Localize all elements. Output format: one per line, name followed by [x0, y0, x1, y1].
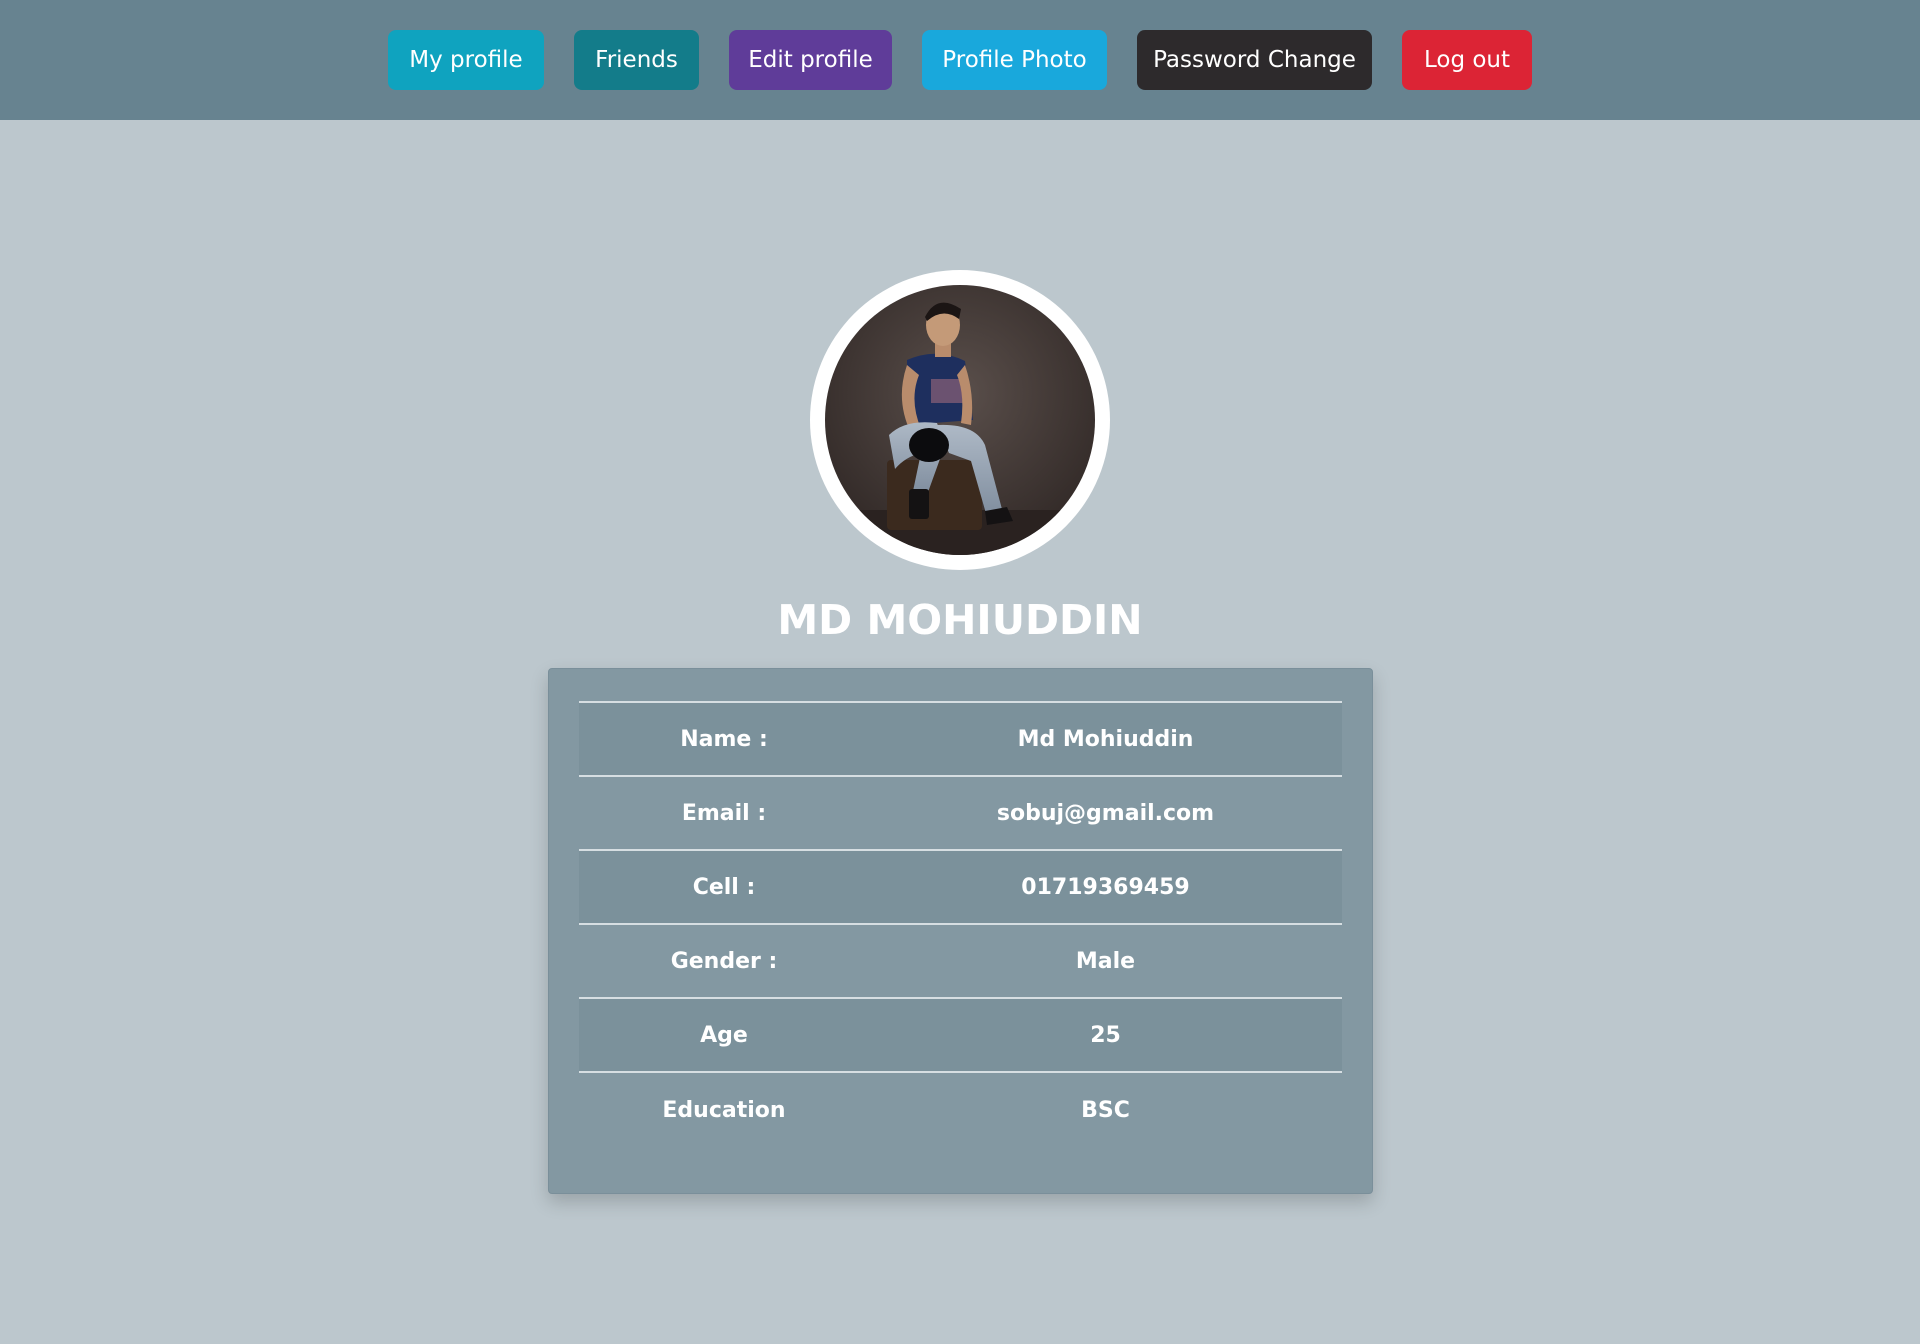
field-label: Gender : — [579, 923, 869, 998]
field-label: Email : — [579, 775, 869, 850]
field-value: Male — [869, 923, 1342, 998]
my-profile-button[interactable]: My profile — [388, 30, 544, 90]
field-label: Name : — [579, 701, 869, 776]
friends-button[interactable]: Friends — [574, 30, 699, 90]
field-value: BSC — [869, 1071, 1342, 1147]
table-row: Age 25 — [579, 997, 1342, 1072]
field-value: sobuj@gmail.com — [869, 775, 1342, 850]
profile-photo-image — [825, 285, 1095, 555]
table-row: Education BSC — [579, 1071, 1342, 1147]
password-change-button[interactable]: Password Change — [1137, 30, 1372, 90]
field-label: Education — [579, 1071, 869, 1147]
table-row: Gender : Male — [579, 923, 1342, 998]
table-row: Cell : 01719369459 — [579, 849, 1342, 924]
field-value: 25 — [869, 997, 1342, 1072]
profile-info-card: Name : Md Mohiuddin Email : sobuj@gmail.… — [548, 668, 1373, 1194]
field-label: Age — [579, 997, 869, 1072]
field-value: 01719369459 — [869, 849, 1342, 924]
profile-display-name: MD MOHIUDDIN — [777, 596, 1143, 644]
table-row: Email : sobuj@gmail.com — [579, 775, 1342, 850]
top-navbar: My profile Friends Edit profile Profile … — [0, 0, 1920, 120]
table-row: Name : Md Mohiuddin — [579, 701, 1342, 776]
field-value: Md Mohiuddin — [869, 701, 1342, 776]
logout-button[interactable]: Log out — [1402, 30, 1532, 90]
field-label: Cell : — [579, 849, 869, 924]
avatar — [810, 270, 1110, 570]
edit-profile-button[interactable]: Edit profile — [729, 30, 892, 90]
profile-photo-button[interactable]: Profile Photo — [922, 30, 1107, 90]
profile-photo — [825, 285, 1095, 555]
profile-info-table: Name : Md Mohiuddin Email : sobuj@gmail.… — [579, 701, 1342, 1147]
